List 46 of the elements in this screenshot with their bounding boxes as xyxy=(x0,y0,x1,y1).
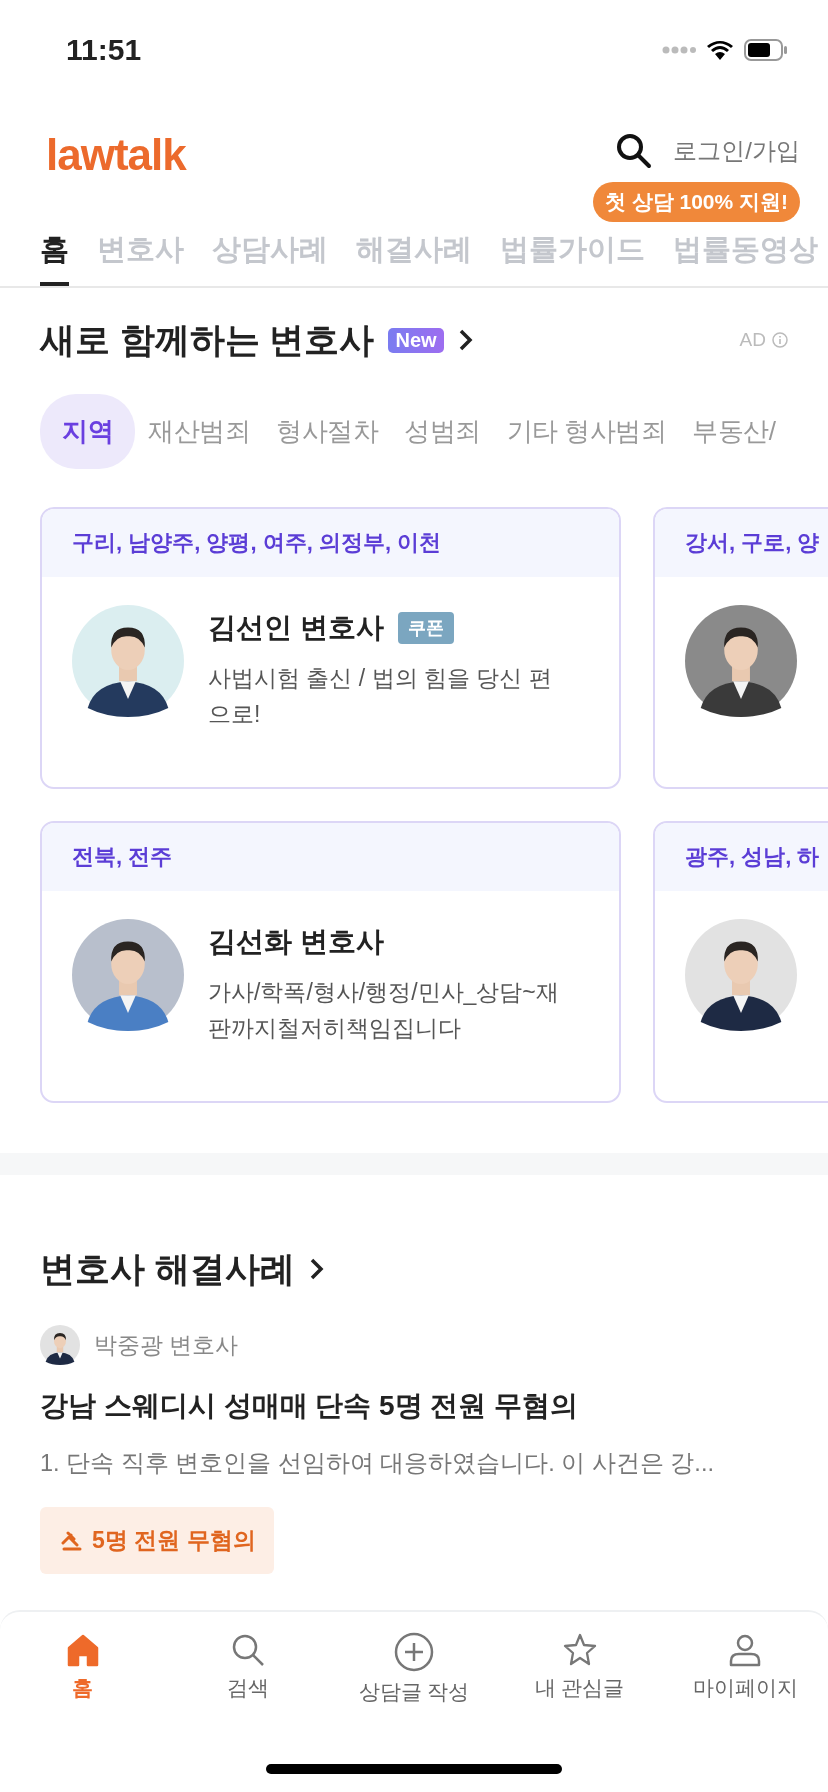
plus-circle-icon xyxy=(394,1632,434,1672)
section-title[interactable]: 새로 함께하는 변호사 xyxy=(40,316,375,364)
status-time: 11:51 xyxy=(66,33,142,67)
lawyer-description: 가사/학폭/형사/행정/민사_상담~재판까지철저히책임집니다 xyxy=(208,978,560,1043)
category-chip[interactable]: 부동산/ xyxy=(679,394,789,469)
nav-tab[interactable]: 홈 xyxy=(40,230,69,286)
battery-icon xyxy=(744,39,788,61)
category-chip[interactable]: 지역 xyxy=(40,394,135,469)
tab-bar-item[interactable]: 상담글 작성 xyxy=(331,1632,497,1706)
gavel-icon xyxy=(60,1530,82,1551)
chevron-icon[interactable] xyxy=(457,328,474,352)
tab-bar-item[interactable]: 마이페이지 xyxy=(662,1632,828,1706)
region-label: 전북, 전주 xyxy=(42,823,619,891)
wifi-icon xyxy=(706,40,734,60)
ad-label: AD xyxy=(739,329,766,351)
result-tag-text: 5명 전원 무혐의 xyxy=(92,1526,256,1555)
region-label: 강서, 구로, 양 xyxy=(655,509,828,577)
lawyer-card[interactable]: 광주, 성남, 하 xyxy=(653,821,828,1103)
lawyer-card[interactable]: 강서, 구로, 양 xyxy=(653,507,828,789)
star-icon xyxy=(561,1632,598,1668)
search-icon[interactable] xyxy=(615,132,654,170)
category-chip[interactable]: 재산범죄 xyxy=(135,394,263,469)
lawyer-name: 김선인 변호사 xyxy=(208,611,384,645)
case-excerpt: 1. 단속 직후 변호인을 선임하여 대응하였습니다. 이 사건은 강... xyxy=(40,1449,715,1478)
signal-icon xyxy=(662,44,696,56)
tab-bar-item[interactable]: 홈 xyxy=(0,1632,166,1706)
category-chip[interactable]: 성범죄 xyxy=(391,394,494,469)
category-chip[interactable]: 기타 형사범죄 xyxy=(493,394,680,469)
lawyer-card[interactable]: 구리, 남양주, 양평, 여주, 의정부, 이천 김선인 변호사 쿠폰 사법시험 출신 / 법의 힘을 당신 편으로! xyxy=(40,507,621,789)
category-chip[interactable]: 형사절차 xyxy=(263,394,391,469)
chevron-icon[interactable] xyxy=(308,1257,325,1281)
tab-bar-item[interactable]: 검색 xyxy=(165,1632,332,1706)
promo-tooltip: 첫 상담 100% 지원! xyxy=(592,182,800,222)
coupon-badge: 쿠폰 xyxy=(397,612,454,644)
lawyer-name: 김선화 변호사 xyxy=(208,925,384,959)
author-name: 박중광 변호사 xyxy=(94,1330,239,1360)
new-badge: New xyxy=(388,327,444,353)
login-link[interactable]: 로그인/가입 xyxy=(673,135,800,167)
section-title[interactable]: 변호사 해결사례 xyxy=(40,1245,295,1293)
region-label: 광주, 성남, 하 xyxy=(655,823,828,891)
logo[interactable]: lawtalk xyxy=(46,130,186,180)
tab-bar-item[interactable]: 내 관심글 xyxy=(496,1632,663,1706)
lawyer-description: 사법시험 출신 / 법의 힘을 당신 편으로! xyxy=(208,664,553,729)
case-title[interactable]: 강남 스웨디시 성매매 단속 5명 전원 무혐의 xyxy=(40,1387,788,1425)
region-label: 구리, 남양주, 양평, 여주, 의정부, 이천 xyxy=(42,509,619,577)
lawyer-card[interactable]: 전북, 전주 김선화 변호사 가사/학폭/형사/행정/민사_상담~재판까지철저히책임집니다 xyxy=(40,821,621,1103)
